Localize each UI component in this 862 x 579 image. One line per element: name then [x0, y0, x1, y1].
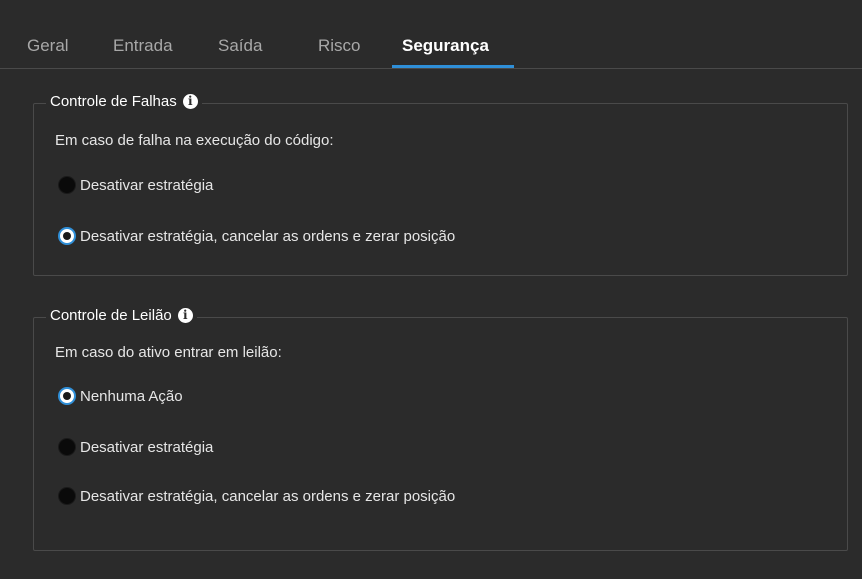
- failure-option-disable-cancel-zero[interactable]: Desativar estratégia, cancelar as ordens…: [58, 227, 455, 245]
- radio-button-selected[interactable]: [58, 387, 76, 405]
- failure-control-group: Controle de Falhas i Em caso de falha na…: [33, 93, 848, 276]
- auction-control-description: Em caso do ativo entrar em leilão:: [55, 344, 282, 361]
- auction-control-title-text: Controle de Leilão: [50, 307, 172, 324]
- auction-option-disable[interactable]: Desativar estratégia: [58, 438, 213, 456]
- radio-button-selected[interactable]: [58, 227, 76, 245]
- tab-bar: Geral Entrada Saída Risco Segurança: [0, 30, 862, 69]
- info-icon[interactable]: i: [177, 308, 193, 323]
- tab-saida[interactable]: Saída: [218, 36, 262, 56]
- radio-button[interactable]: [58, 176, 76, 194]
- failure-control-title-text: Controle de Falhas: [50, 93, 177, 110]
- failure-control-title: Controle de Falhas i: [46, 93, 202, 110]
- settings-panel: Geral Entrada Saída Risco Segurança Cont…: [0, 0, 862, 579]
- radio-button[interactable]: [58, 438, 76, 456]
- info-icon[interactable]: i: [182, 94, 198, 109]
- tab-seguranca[interactable]: Segurança: [402, 36, 489, 56]
- auction-control-group: Controle de Leilão i Em caso do ativo en…: [33, 307, 848, 551]
- tab-entrada[interactable]: Entrada: [113, 36, 173, 56]
- radio-label: Desativar estratégia, cancelar as ordens…: [80, 227, 456, 245]
- failure-control-description: Em caso de falha na execução do código:: [55, 132, 334, 149]
- radio-label: Desativar estratégia: [80, 176, 214, 194]
- active-tab-indicator: [392, 65, 514, 68]
- radio-label: Desativar estratégia, cancelar as ordens…: [80, 487, 456, 505]
- tab-geral[interactable]: Geral: [27, 36, 69, 56]
- auction-option-disable-cancel-zero[interactable]: Desativar estratégia, cancelar as ordens…: [58, 487, 455, 505]
- radio-button[interactable]: [58, 487, 76, 505]
- auction-option-no-action[interactable]: Nenhuma Ação: [58, 387, 183, 405]
- auction-control-title: Controle de Leilão i: [46, 307, 197, 324]
- failure-option-disable[interactable]: Desativar estratégia: [58, 176, 213, 194]
- tab-risco[interactable]: Risco: [318, 36, 361, 56]
- radio-label: Nenhuma Ação: [80, 387, 183, 405]
- radio-label: Desativar estratégia: [80, 438, 214, 456]
